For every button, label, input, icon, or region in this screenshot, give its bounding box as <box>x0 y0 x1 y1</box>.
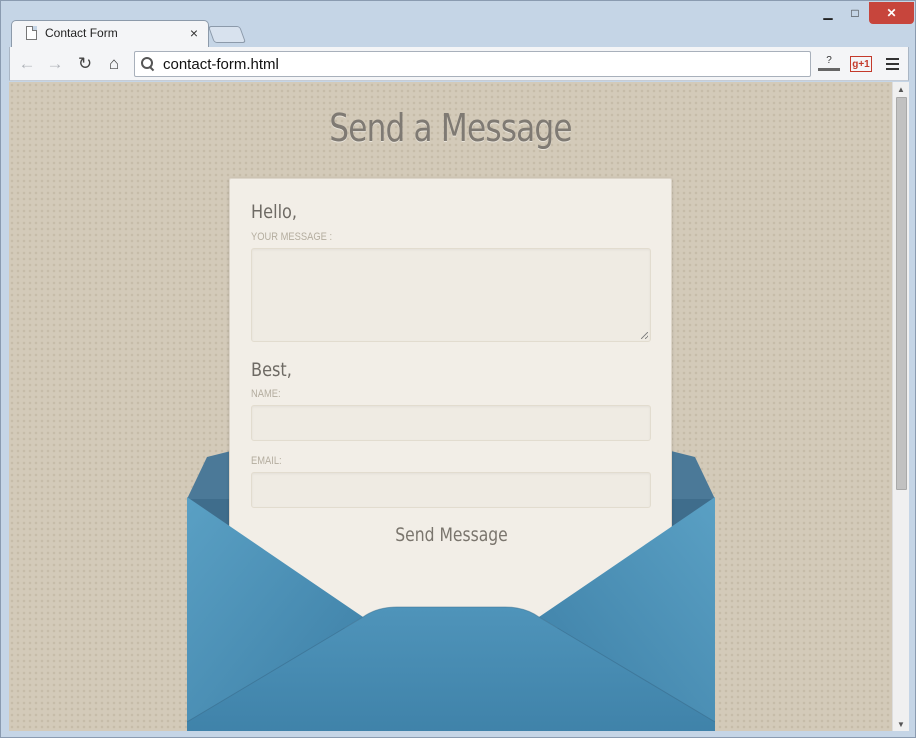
browser-window: ▁ □ ✕ Contact Form × ← → ↻ ⌂ contact-for… <box>0 0 916 738</box>
maximize-button[interactable]: □ <box>841 2 869 24</box>
vertical-scrollbar[interactable]: ▲ ▼ <box>892 82 909 731</box>
google-plus-icon[interactable]: g+1 <box>850 56 872 72</box>
browser-toolbar: ← → ↻ ⌂ contact-form.html ? g+1 <box>9 47 909 81</box>
minimize-button[interactable]: ▁ <box>813 2 843 24</box>
address-bar-url[interactable]: contact-form.html <box>163 56 279 73</box>
scroll-up-icon[interactable]: ▲ <box>893 82 909 96</box>
home-button[interactable]: ⌂ <box>102 52 126 76</box>
name-label: NAME: <box>251 388 281 400</box>
search-icon <box>141 57 155 71</box>
message-label: YOUR MESSAGE : <box>251 231 333 243</box>
page-icon <box>26 26 37 40</box>
close-window-button[interactable]: ✕ <box>869 2 914 24</box>
back-button[interactable]: ← <box>15 52 39 76</box>
browser-tab[interactable]: Contact Form × <box>11 20 209 48</box>
email-label: EMAIL: <box>251 455 282 467</box>
scroll-down-icon[interactable]: ▼ <box>893 717 909 731</box>
help-extension-icon[interactable]: ? <box>818 53 840 71</box>
hamburger-menu-icon[interactable] <box>884 53 900 75</box>
tab-title: Contact Form <box>45 26 118 40</box>
new-tab-button[interactable] <box>207 26 247 43</box>
message-textarea[interactable] <box>251 248 651 342</box>
forward-button[interactable]: → <box>43 52 67 76</box>
greeting-text: Hello, <box>251 201 298 223</box>
signoff-text: Best, <box>251 359 292 381</box>
reload-button[interactable]: ↻ <box>73 52 97 76</box>
page-viewport: Send a Message Hello, YOUR MESSAGE : Bes… <box>9 82 892 731</box>
tab-close-icon[interactable]: × <box>190 25 198 41</box>
envelope-front <box>187 497 715 731</box>
address-bar[interactable]: contact-form.html <box>134 51 811 77</box>
resize-grip-icon[interactable] <box>641 332 648 339</box>
scroll-thumb[interactable] <box>896 97 907 490</box>
page-title: Send a Message <box>329 106 572 150</box>
name-field[interactable] <box>251 405 651 441</box>
